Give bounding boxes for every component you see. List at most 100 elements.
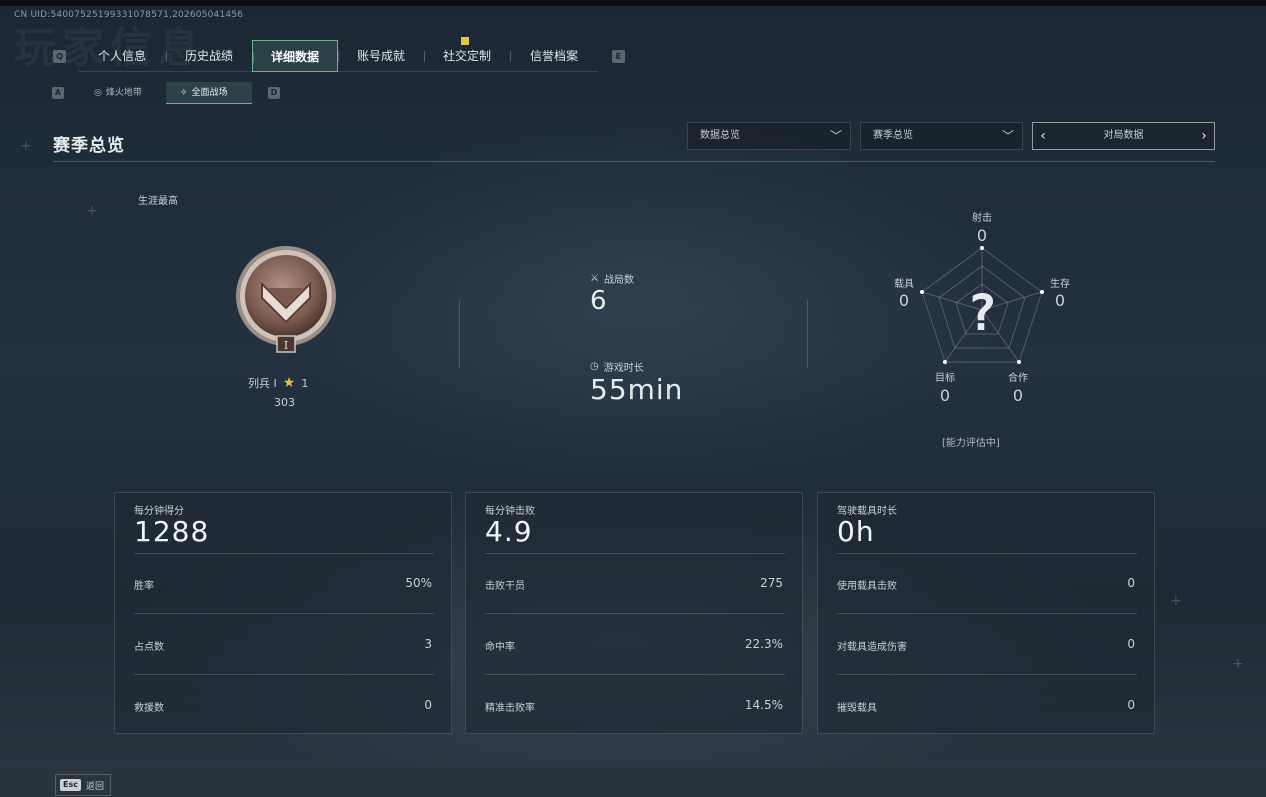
dropdown-value: 数据总览 [700, 130, 740, 141]
playtime-value: 55min [590, 373, 684, 406]
tab-history[interactable]: 历史战绩 [166, 40, 252, 72]
data-overview-dropdown[interactable]: 数据总览 ﹀ [687, 122, 851, 150]
matches-value: 6 [590, 286, 607, 316]
vertical-divider [807, 300, 808, 368]
card-row-label: 击败干员 [485, 581, 525, 592]
sub-tabs: ◎ 烽火地带 ✧ 全面战场 [80, 82, 252, 104]
card-divider [485, 674, 785, 675]
tab-personal-info[interactable]: 个人信息 [78, 40, 166, 72]
card-row-value: 0 [1127, 637, 1135, 651]
radar-value-shoot: 0 [976, 226, 988, 245]
radar-label-survive: 生存 [1050, 279, 1070, 290]
card-row-value: 3 [424, 637, 432, 651]
radar-value-coop: 0 [1012, 386, 1024, 405]
next-tab-key[interactable]: E [612, 50, 625, 63]
radar-label-objective: 目标 [935, 373, 955, 384]
esc-key: Esc [60, 779, 81, 791]
rank-stars: 1 [301, 376, 309, 390]
top-strip [0, 0, 1266, 6]
dropdown-value: 赛季总览 [873, 130, 913, 141]
stat-card-vehicle: 驾驶载具时长 0h 使用载具击败 0 对载具造成伤害 0 摧毁载具 0 [817, 492, 1155, 734]
card-row-value: 50% [405, 576, 432, 590]
radar-label-vehicle: 载具 [894, 279, 914, 290]
matches-label-row: ⚔ 战局数 [590, 271, 634, 286]
subtab-label: 烽火地带 [105, 88, 142, 98]
playtime-label-row: ◷ 游戏时长 [590, 359, 644, 374]
tab-label: 账号成就 [356, 49, 405, 63]
card-row-value: 0 [1127, 698, 1135, 712]
tab-social-custom[interactable]: 社交定制 [424, 37, 510, 72]
section-divider [53, 161, 1215, 162]
card-row-value: 0 [1127, 576, 1135, 590]
subtab-beacon-zone[interactable]: ◎ 烽火地带 [80, 82, 166, 104]
stat-card-kills: 每分钟击败 4.9 击败干员 275 命中率 22.3% 精准击败率 14.5% [465, 492, 803, 734]
back-label: 返回 [85, 781, 104, 792]
notification-dot-icon [461, 37, 469, 45]
subtab-label: 全面战场 [191, 87, 228, 98]
card-row-label: 胜率 [134, 581, 154, 592]
plus-decor-icon: + [1232, 656, 1244, 672]
chevron-left-icon[interactable]: ‹ [1033, 123, 1053, 149]
subtab-full-battlefield[interactable]: ✧ 全面战场 [166, 82, 252, 104]
rank-name: 列兵 I [248, 377, 277, 390]
card-divider [134, 674, 434, 675]
card-head-value: 1288 [134, 515, 210, 548]
card-divider [485, 553, 785, 554]
tab-label: 历史战绩 [184, 49, 233, 63]
card-head-value: 0h [837, 515, 875, 548]
tab-reputation[interactable]: 信誉档案 [510, 40, 598, 72]
next-subtab-key[interactable]: D [268, 87, 280, 99]
tab-label: 信誉档案 [529, 49, 578, 63]
chevron-down-icon: ﹀ [829, 129, 842, 143]
card-row-value: 275 [760, 576, 783, 590]
card-divider [134, 553, 434, 554]
season-overview-dropdown[interactable]: 赛季总览 ﹀ [860, 122, 1023, 150]
rank-name-row: 列兵 I ★ 1 [248, 375, 308, 391]
footer-bar [0, 768, 1266, 797]
chevron-right-icon[interactable]: › [1194, 123, 1214, 149]
vertical-divider [459, 300, 460, 368]
badge-numeral: I [284, 339, 288, 352]
card-divider [485, 613, 785, 614]
card-head-value: 4.9 [485, 515, 533, 548]
card-divider [837, 553, 1137, 554]
crossed-swords-icon: ⚔ [590, 273, 599, 284]
card-divider [837, 613, 1137, 614]
card-row-label: 占点数 [134, 642, 164, 653]
radar-value-objective: 0 [939, 386, 951, 405]
unknown-mark: ? [967, 284, 997, 342]
career-best-label: 生涯最高 [138, 196, 178, 207]
section-title: 赛季总览 [53, 136, 125, 156]
back-button[interactable]: Esc 返回 [55, 774, 111, 796]
plus-decor-icon: + [86, 203, 98, 219]
plus-decor-icon: + [1170, 593, 1182, 609]
tab-label: 个人信息 [97, 49, 146, 63]
tab-achievements[interactable]: 账号成就 [338, 40, 424, 72]
ability-assessing-note: [能力评估中] [942, 438, 1000, 449]
match-data-pager: ‹ 对局数据 › [1032, 122, 1215, 150]
crosshair-icon: ◎ [94, 88, 102, 98]
rank-badge-icon: I [236, 246, 336, 353]
card-row-label: 精准击败率 [485, 703, 535, 714]
prev-subtab-key[interactable]: A [52, 87, 64, 99]
card-row-label: 救援数 [134, 703, 164, 714]
prev-tab-key[interactable]: Q [53, 50, 66, 63]
uid-text: CN UID:54007525199331078571,202605041456 [14, 10, 244, 20]
clock-icon: ◷ [590, 361, 599, 372]
radar-value-survive: 0 [1054, 291, 1066, 310]
radar-label-shoot: 射击 [972, 213, 992, 224]
card-row-value: 22.3% [744, 637, 783, 651]
tab-detailed-data[interactable]: 详细数据 [252, 40, 338, 72]
chevron-down-icon: ﹀ [1001, 129, 1014, 143]
plus-decor-icon: + [20, 138, 32, 154]
tab-label: 社交定制 [442, 49, 491, 63]
card-divider [837, 674, 1137, 675]
stat-card-score: 每分钟得分 1288 胜率 50% 占点数 3 救援数 0 [114, 492, 452, 734]
matches-label: 战局数 [603, 275, 634, 286]
ability-radar-chart: ? [920, 246, 1044, 364]
card-row-value: 0 [424, 698, 432, 712]
wings-icon: ✧ [180, 87, 188, 98]
rank-score: 303 [274, 396, 295, 409]
pager-label: 对局数据 [1103, 130, 1144, 141]
radar-value-vehicle: 0 [898, 291, 910, 310]
